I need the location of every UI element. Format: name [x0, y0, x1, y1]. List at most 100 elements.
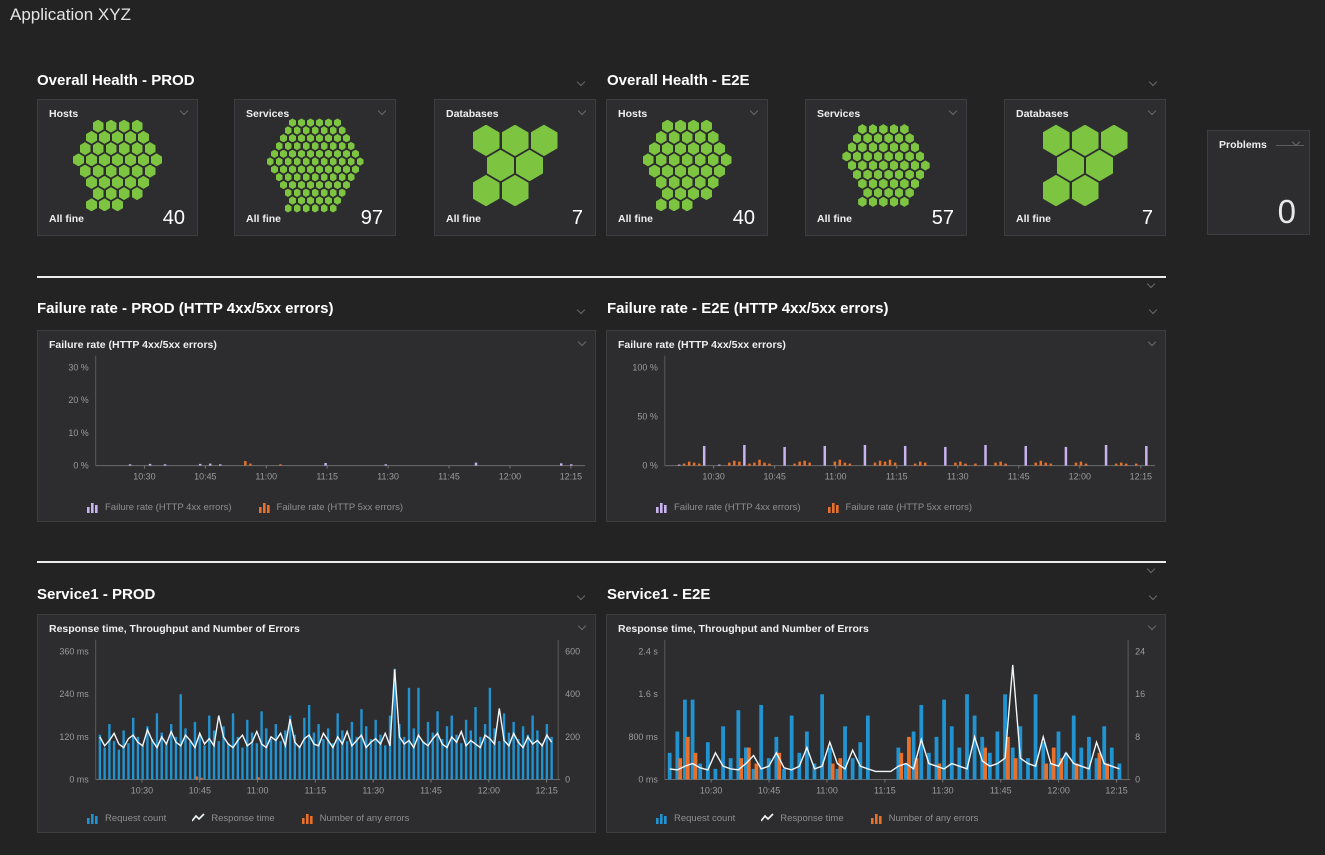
chevron-down-icon[interactable]: [1291, 139, 1300, 148]
axis-tick-label: 12:15: [1130, 471, 1152, 481]
legend-item[interactable]: Failure rate (HTTP 4xx errors): [655, 501, 801, 513]
bar: [753, 463, 755, 466]
chevron-down-icon[interactable]: [179, 108, 188, 117]
chevron-down-icon[interactable]: [1147, 623, 1156, 632]
hexagon: [1072, 175, 1099, 206]
hexagon: [343, 181, 350, 189]
legend-item[interactable]: Request count: [86, 812, 166, 824]
bar: [384, 745, 386, 779]
problems-tile[interactable]: Problems 0: [1207, 130, 1310, 235]
bar: [938, 764, 942, 780]
axis-tick-label: 11:00: [816, 785, 838, 795]
hexagon: [325, 118, 332, 126]
bar: [360, 709, 362, 779]
hexagon: [487, 150, 514, 181]
section-title-service-e2e: Service1 - E2E: [607, 586, 710, 603]
service-e2e-chart-tile[interactable]: 2.4 s1.6 s800 ms0 ms24168010:3010:4511:0…: [606, 614, 1166, 833]
hexagon: [325, 134, 332, 142]
failure-prod-chart-tile[interactable]: 30 %20 %10 %0 %10:3010:4511:0011:1511:30…: [37, 330, 596, 522]
hexagon: [916, 151, 925, 161]
bar: [1044, 764, 1048, 780]
hexagon: [688, 120, 699, 133]
health-tile-e2e-services[interactable]: Services All fine 57: [805, 99, 967, 236]
hexagon: [325, 181, 332, 189]
hexagon: [879, 142, 888, 152]
bar: [698, 764, 702, 780]
hexagon: [321, 142, 328, 150]
chevron-down-icon[interactable]: [1148, 307, 1157, 316]
bar: [957, 748, 961, 780]
health-tile-prod-hosts[interactable]: Hosts All fine 40: [37, 99, 198, 236]
legend-item[interactable]: Response time: [192, 812, 274, 824]
health-tile-e2e-hosts[interactable]: Hosts All fine 40: [606, 99, 768, 236]
chevron-down-icon[interactable]: [1147, 108, 1156, 117]
legend-item[interactable]: Failure rate (HTTP 4xx errors): [86, 501, 232, 513]
bar: [714, 769, 718, 780]
bar: [693, 463, 695, 466]
hexagon: [853, 170, 862, 180]
chevron-down-icon[interactable]: [577, 623, 586, 632]
hexagon: [649, 165, 660, 178]
hexagon: [132, 165, 143, 178]
bar-series-icon: [86, 812, 99, 824]
legend-item[interactable]: Failure rate (HTTP 5xx errors): [827, 501, 973, 513]
health-tile-prod-services[interactable]: Services All fine 97: [234, 99, 396, 236]
legend-label: Number of any errors: [320, 813, 410, 824]
bar: [541, 743, 543, 779]
chevron-down-icon[interactable]: [1148, 593, 1157, 602]
chevron-down-icon[interactable]: [1146, 566, 1155, 575]
chevron-down-icon[interactable]: [377, 108, 386, 117]
bar: [1087, 737, 1091, 780]
health-tile-e2e-databases[interactable]: Databases All fine 7: [1004, 99, 1166, 236]
hexagon: [303, 126, 310, 134]
hexagon: [863, 188, 872, 198]
failure-e2e-chart: 100 %50 %0 %10:3010:4511:0011:1511:3011:…: [607, 331, 1165, 521]
chevron-down-icon[interactable]: [577, 339, 586, 348]
hexagon: [688, 165, 699, 178]
hexagon: [890, 179, 899, 189]
hexagon: [289, 118, 296, 126]
hexagon: [858, 197, 867, 207]
axis-tick-label: 12:15: [535, 785, 557, 795]
chevron-down-icon[interactable]: [749, 108, 758, 117]
chevron-down-icon[interactable]: [577, 108, 586, 117]
legend-item[interactable]: Failure rate (HTTP 5xx errors): [258, 501, 404, 513]
tile-title: Databases: [1016, 108, 1069, 120]
tile-title: Services: [817, 108, 860, 120]
bar: [924, 463, 926, 466]
legend-item[interactable]: Request count: [655, 812, 735, 824]
hexagon: [285, 126, 292, 134]
hexagon: [879, 179, 888, 189]
legend-item[interactable]: Number of any errors: [870, 812, 979, 824]
service-prod-chart-tile[interactable]: 360 ms240 ms120 ms0 ms600400200010:3010:…: [37, 614, 596, 833]
legend-item[interactable]: Response time: [761, 812, 843, 824]
axis-tick-label: 11:00: [255, 471, 277, 481]
hexagon: [1057, 150, 1084, 181]
hexagon: [307, 196, 314, 204]
health-tile-prod-databases[interactable]: Databases All fine 7: [434, 99, 596, 236]
legend-item[interactable]: Number of any errors: [301, 812, 410, 824]
chevron-down-icon[interactable]: [576, 307, 585, 316]
axis-tick-label: 16: [1135, 689, 1145, 699]
hexagon: [86, 153, 97, 166]
hexagon: [1043, 125, 1070, 156]
chart-legend: Request count Response time Number of any …: [655, 812, 978, 824]
axis-tick-label: 120 ms: [59, 732, 89, 742]
hexagon: [307, 181, 314, 189]
hexagon: [99, 176, 110, 189]
hexagon: [911, 142, 920, 152]
chevron-down-icon[interactable]: [1147, 339, 1156, 348]
axis-tick-label: 12:00: [478, 785, 500, 795]
bar: [950, 726, 954, 779]
bar: [974, 464, 976, 466]
chevron-down-icon[interactable]: [576, 79, 585, 88]
chevron-down-icon[interactable]: [948, 108, 957, 117]
bar: [1040, 461, 1042, 466]
chart-legend: Failure rate (HTTP 4xx errors) Failure ra…: [86, 501, 403, 513]
chevron-down-icon[interactable]: [576, 593, 585, 602]
bar: [479, 737, 481, 780]
hexagon: [701, 165, 712, 178]
chevron-down-icon[interactable]: [1148, 79, 1157, 88]
failure-e2e-chart-tile[interactable]: 100 %50 %0 %10:3010:4511:0011:1511:3011:…: [606, 330, 1166, 522]
chevron-down-icon[interactable]: [1146, 281, 1155, 290]
